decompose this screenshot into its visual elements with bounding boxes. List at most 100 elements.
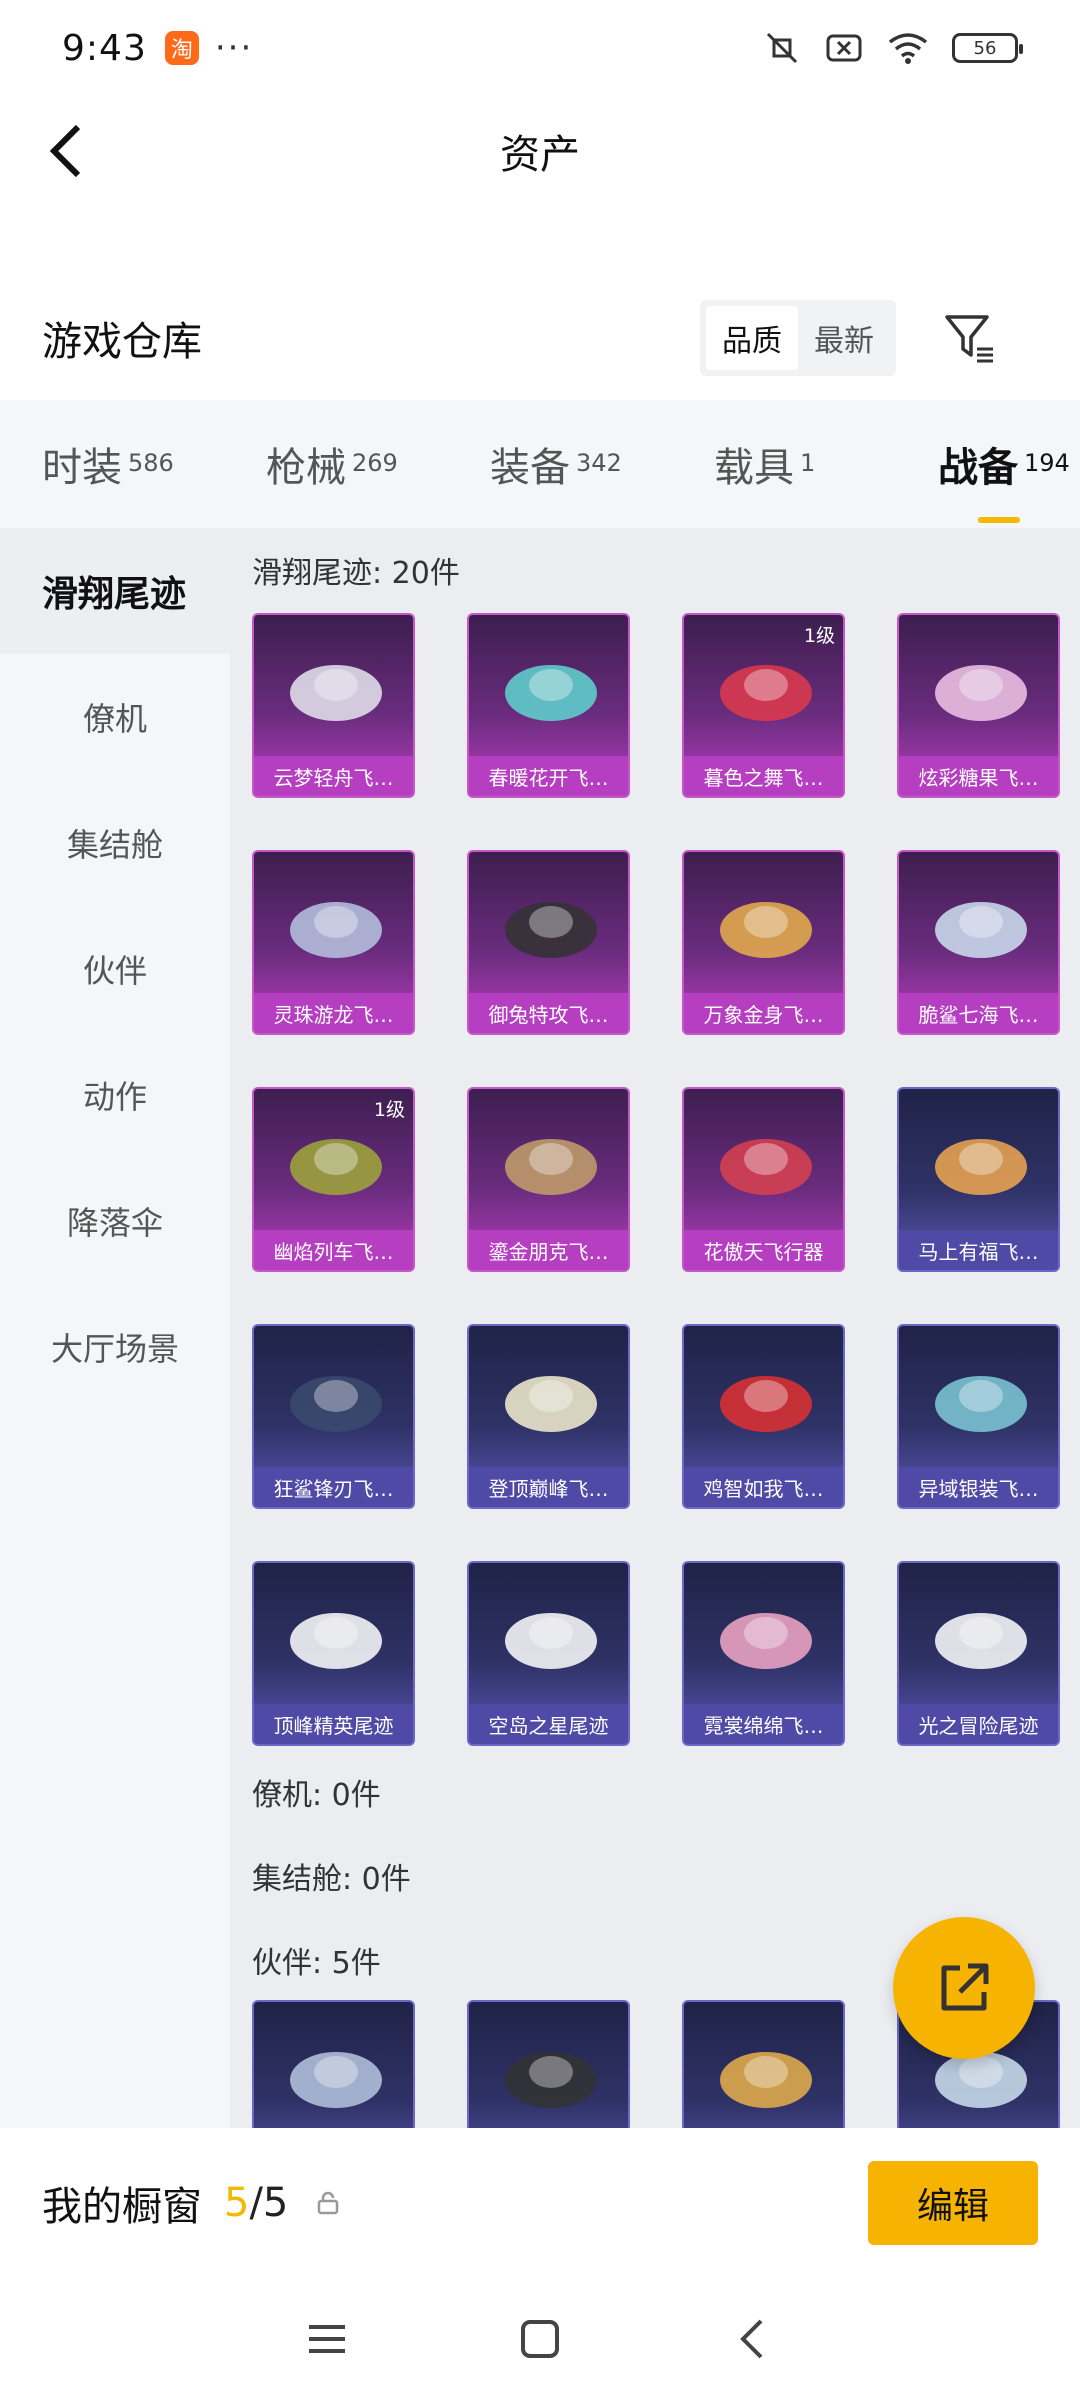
sidebar-item-partner[interactable]: 伙伴 bbox=[0, 906, 230, 1032]
sidebar-item-parachute[interactable]: 降落伞 bbox=[0, 1158, 230, 1284]
warehouse-row: 游戏仓库 品质 最新 bbox=[0, 290, 1080, 386]
glide-trail-card[interactable]: 登顶巅峰飞… bbox=[467, 1324, 630, 1509]
tab-firearms[interactable]: 枪械 269 bbox=[266, 435, 490, 493]
partner-card[interactable] bbox=[682, 2000, 845, 2128]
item-name: 万象金身飞… bbox=[684, 993, 843, 1033]
glide-trail-card[interactable]: 光之冒险尾迹 bbox=[897, 1561, 1060, 1746]
home-icon[interactable] bbox=[520, 2319, 560, 2359]
item-thumbnail-icon bbox=[720, 1376, 812, 1432]
sidebar-item-assembly-pod[interactable]: 集结舱 bbox=[0, 780, 230, 906]
item-name: 狂鲨锋刃飞… bbox=[254, 1467, 413, 1507]
back-nav-icon[interactable] bbox=[733, 2319, 773, 2359]
item-name: 脆鲨七海飞… bbox=[899, 993, 1058, 1033]
glide-trail-card[interactable]: 霓裳绵绵飞… bbox=[682, 1561, 845, 1746]
system-nav-bar bbox=[0, 2278, 1080, 2400]
item-name: 光之冒险尾迹 bbox=[899, 1704, 1058, 1744]
back-button[interactable] bbox=[36, 118, 96, 184]
showcase-total: /5 bbox=[249, 2180, 289, 2226]
item-thumbnail-icon bbox=[935, 1376, 1027, 1432]
showcase-bar: 我的橱窗 5/5 编辑 bbox=[0, 2128, 1080, 2278]
no-sim-icon bbox=[826, 34, 862, 62]
glide-trail-card[interactable]: 万象金身飞… bbox=[682, 850, 845, 1035]
tab-count: 342 bbox=[576, 449, 622, 477]
tab-label: 战备 bbox=[938, 445, 1018, 491]
filter-button[interactable] bbox=[942, 310, 998, 366]
tab-vehicles[interactable]: 载具 1 bbox=[714, 435, 938, 493]
sidebar-item-wingman[interactable]: 僚机 bbox=[0, 654, 230, 780]
item-thumbnail-icon bbox=[720, 1139, 812, 1195]
tab-fashion[interactable]: 时装 586 bbox=[42, 435, 266, 493]
section-title-glide-trail: 滑翔尾迹: 20件 bbox=[252, 556, 460, 591]
status-icons: 56 bbox=[762, 30, 1023, 66]
tab-label: 时装 bbox=[42, 445, 122, 491]
glide-trail-card[interactable]: 灵珠游龙飞… bbox=[252, 850, 415, 1035]
glide-trail-card[interactable]: 顶峰精英尾迹 bbox=[252, 1561, 415, 1746]
glide-trail-card[interactable]: 云梦轻舟飞… bbox=[252, 613, 415, 798]
app-header: 资产 bbox=[0, 96, 1080, 206]
item-thumbnail-icon bbox=[505, 902, 597, 958]
item-thumbnail-icon bbox=[505, 1376, 597, 1432]
item-name: 霓裳绵绵飞… bbox=[684, 1704, 843, 1744]
item-thumbnail-icon bbox=[720, 1613, 812, 1669]
glide-trail-card[interactable]: 御兔特攻飞… bbox=[467, 850, 630, 1035]
warehouse-title: 游戏仓库 bbox=[42, 319, 202, 365]
partner-card[interactable] bbox=[252, 2000, 415, 2128]
more-notifications-icon: ··· bbox=[214, 28, 254, 68]
sidebar-item-glide-trail[interactable]: 滑翔尾迹 bbox=[0, 528, 230, 654]
glide-trail-card[interactable]: 异域银装飞… bbox=[897, 1324, 1060, 1509]
sort-latest-button[interactable]: 最新 bbox=[798, 306, 890, 370]
item-name: 暮色之舞飞… bbox=[684, 756, 843, 796]
page-title: 资产 bbox=[500, 132, 580, 178]
item-thumbnail-icon bbox=[935, 1613, 1027, 1669]
tab-count: 194 bbox=[1024, 449, 1070, 477]
item-thumbnail-icon bbox=[720, 902, 812, 958]
filter-icon bbox=[945, 315, 993, 363]
taobao-notification-icon: 淘 bbox=[164, 31, 199, 65]
showcase-label: 我的橱窗 bbox=[42, 2184, 202, 2230]
edit-button[interactable]: 编辑 bbox=[868, 2161, 1038, 2245]
tab-label: 装备 bbox=[490, 445, 570, 491]
item-name: 空岛之星尾迹 bbox=[469, 1704, 628, 1744]
item-thumbnail-icon bbox=[290, 665, 382, 721]
glide-trail-card[interactable]: 花傲天飞行器 bbox=[682, 1087, 845, 1272]
glide-trail-grid: 云梦轻舟飞… 春暖花开飞… 1级 暮色之舞飞… 炫彩糖果飞… 灵珠游龙飞… 御兔特攻飞… 万象… bbox=[252, 613, 1072, 1746]
glide-trail-card[interactable]: 空岛之星尾迹 bbox=[467, 1561, 630, 1746]
tab-combat-gear[interactable]: 战备 194 bbox=[938, 435, 1070, 523]
share-button[interactable] bbox=[893, 1917, 1035, 2059]
glide-trail-card[interactable]: 狂鲨锋刃飞… bbox=[252, 1324, 415, 1509]
glide-trail-card[interactable]: 炫彩糖果飞… bbox=[897, 613, 1060, 798]
active-tab-indicator bbox=[978, 517, 1020, 523]
item-name: 顶峰精英尾迹 bbox=[254, 1704, 413, 1744]
battery-icon: 56 bbox=[952, 33, 1023, 63]
partner-card[interactable] bbox=[467, 2000, 630, 2128]
item-name: 马上有福飞… bbox=[899, 1230, 1058, 1270]
sort-toggle: 品质 最新 bbox=[700, 300, 896, 376]
item-thumbnail-icon bbox=[290, 902, 382, 958]
item-name: 异域银装飞… bbox=[899, 1467, 1058, 1507]
glide-trail-card[interactable]: 1级 幽焰列车飞… bbox=[252, 1087, 415, 1272]
glide-trail-card[interactable]: 鸡智如我飞… bbox=[682, 1324, 845, 1509]
tab-count: 1 bbox=[800, 449, 816, 477]
item-name: 鎏金朋克飞… bbox=[469, 1230, 628, 1270]
item-name: 登顶巅峰飞… bbox=[469, 1467, 628, 1507]
item-name: 御兔特攻飞… bbox=[469, 993, 628, 1033]
item-name: 鸡智如我飞… bbox=[684, 1467, 843, 1507]
item-thumbnail-icon bbox=[290, 1613, 382, 1669]
section-title-wingman: 僚机: 0件 bbox=[252, 1778, 381, 1813]
sidebar-item-lobby-scene[interactable]: 大厅场景 bbox=[0, 1284, 230, 1410]
glide-trail-card[interactable]: 脆鲨七海飞… bbox=[897, 850, 1060, 1035]
glide-trail-card[interactable]: 1级 暮色之舞飞… bbox=[682, 613, 845, 798]
tab-count: 586 bbox=[128, 449, 174, 477]
glide-trail-card[interactable]: 鎏金朋克飞… bbox=[467, 1087, 630, 1272]
tab-equipment[interactable]: 装备 342 bbox=[490, 435, 714, 493]
sort-quality-button[interactable]: 品质 bbox=[706, 306, 798, 370]
item-name: 炫彩糖果飞… bbox=[899, 756, 1058, 796]
glide-trail-card[interactable]: 马上有福飞… bbox=[897, 1087, 1060, 1272]
showcase-current: 5 bbox=[224, 2180, 250, 2226]
sidebar-item-emote[interactable]: 动作 bbox=[0, 1032, 230, 1158]
item-thumbnail-icon bbox=[720, 2052, 812, 2108]
glide-trail-card[interactable]: 春暖花开飞… bbox=[467, 613, 630, 798]
menu-icon[interactable] bbox=[307, 2319, 347, 2359]
status-bar: 9:43 淘 ··· 56 bbox=[0, 0, 1080, 96]
item-thumbnail-icon bbox=[935, 902, 1027, 958]
